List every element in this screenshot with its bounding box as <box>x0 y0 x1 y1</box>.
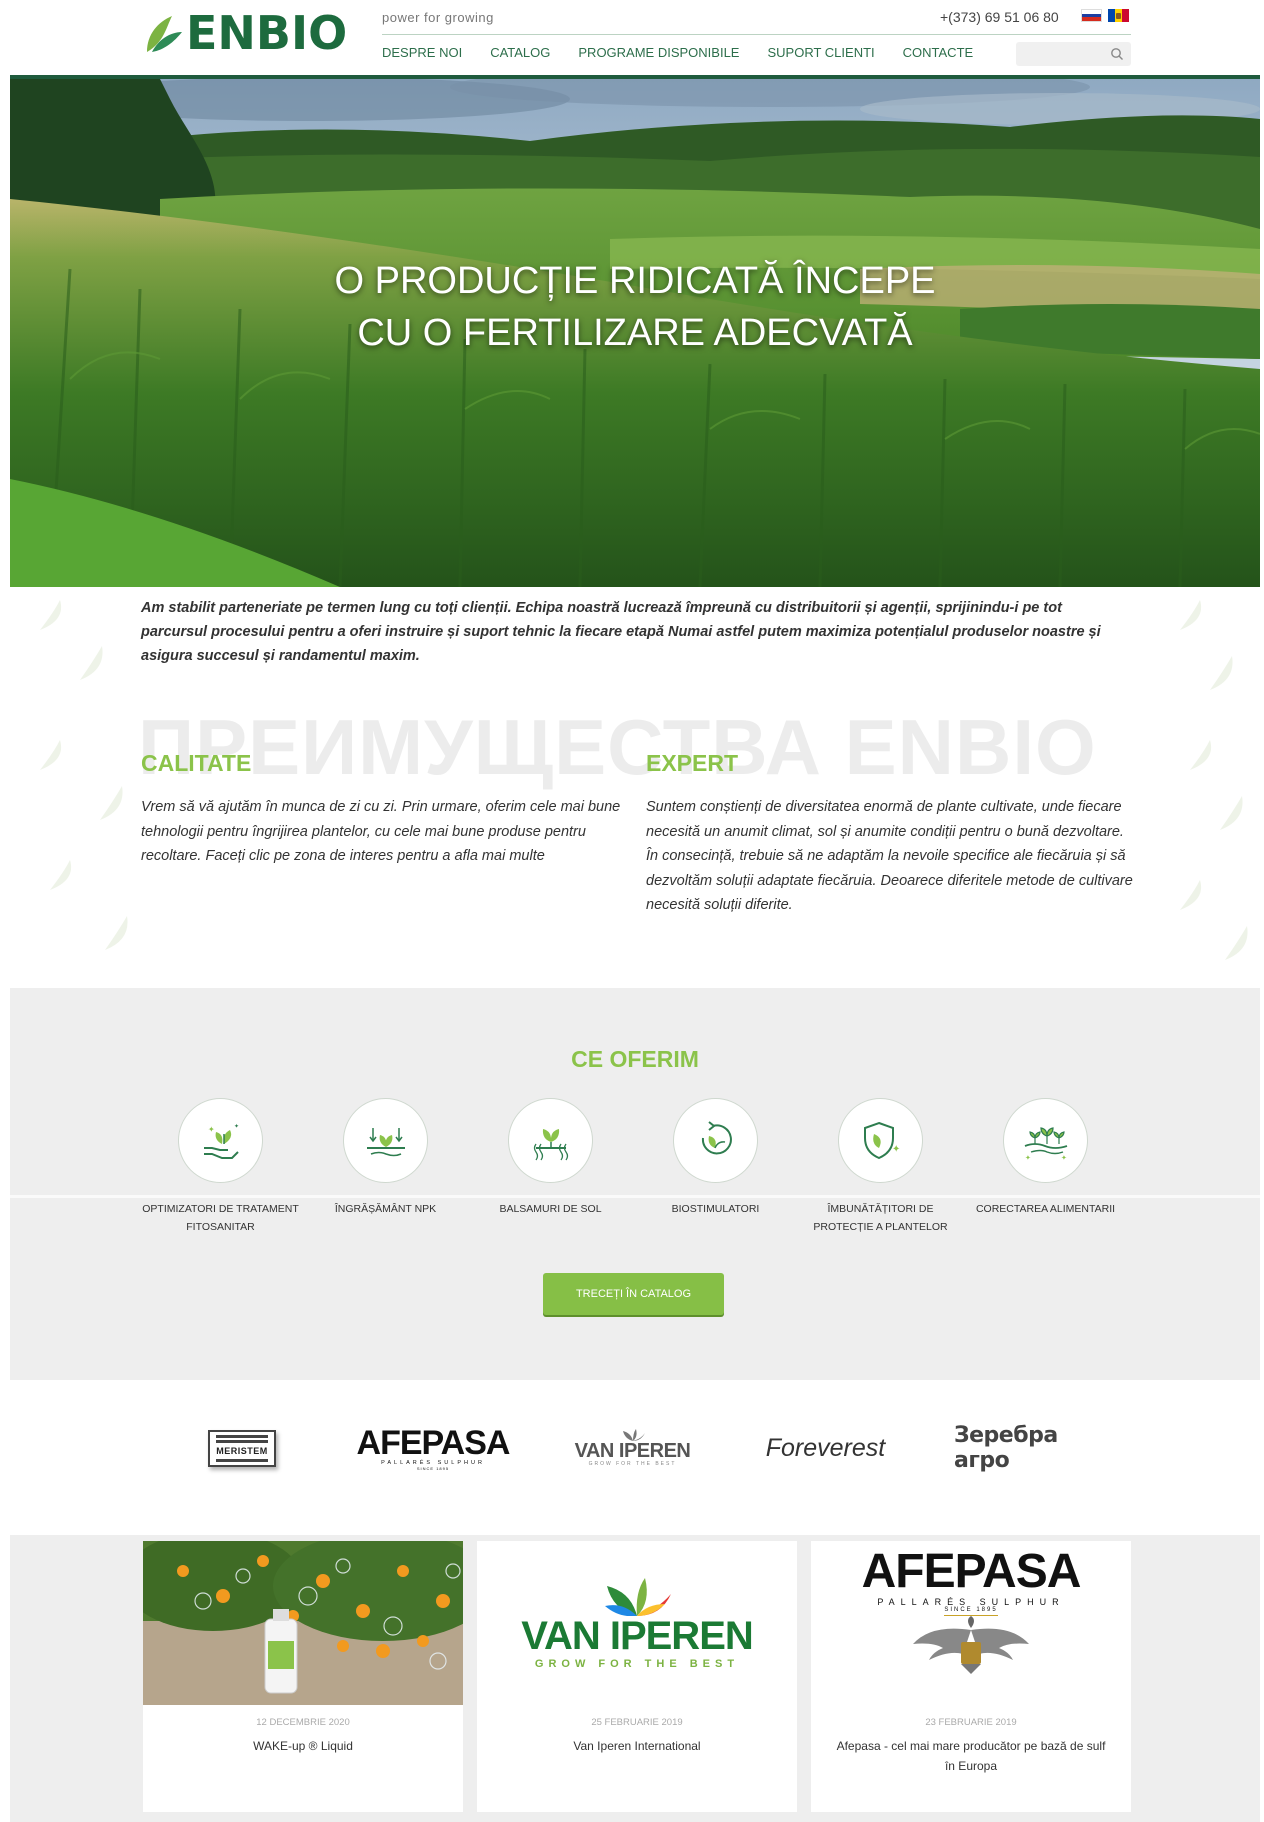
offer-label[interactable]: BIOSTIMULATORI <box>633 1200 798 1218</box>
news-section: 12 DECEMBRIE 2020 WAKE-up ® Liquid VAN I… <box>10 1535 1260 1822</box>
nav-despre-noi[interactable]: DESPRE NOI <box>382 45 462 60</box>
news-card[interactable]: AFEPASA PALLARÉS SULPHUR SINCE 1895 23 F… <box>811 1541 1131 1812</box>
advantage-text: Vrem să vă ajutăm în munca de zi cu zi. … <box>141 799 621 864</box>
news-image[interactable] <box>143 1541 463 1705</box>
partner-name: Зеребра агро <box>954 1423 1058 1473</box>
partner-name: MERISTEM <box>216 1445 268 1456</box>
partner-name: AFEPASA <box>356 1423 511 1462</box>
hero-title-line1: O PRODUCȚIE RIDICATĂ ÎNCEPE <box>334 260 936 302</box>
phone-number[interactable]: +(373) 69 51 06 80 <box>940 9 1059 25</box>
advantage-text: Suntem conștienți de diversitatea enormă… <box>646 799 1133 913</box>
nav-suport-clienti[interactable]: SUPORT CLIENTI <box>767 45 874 60</box>
eagle-crest-icon <box>913 1616 1029 1674</box>
offer-icon-circle[interactable]: ✦ <box>838 1098 923 1183</box>
hero-title: O PRODUCȚIE RIDICATĂ ÎNCEPE CU O FERTILI… <box>10 255 1260 359</box>
svg-text:✦: ✦ <box>1061 1154 1067 1162</box>
main-nav: DESPRE NOI CATALOG PROGRAME DISPONIBILE … <box>382 45 1001 60</box>
sprouts-icon: ✦ ✦ <box>1024 1126 1067 1162</box>
nav-catalog[interactable]: CATALOG <box>490 45 550 60</box>
ru-flag-icon[interactable] <box>1081 9 1102 22</box>
advantage-expert: EXPERT Suntem conștienți de diversitatea… <box>646 750 1136 918</box>
news-logo-subtitle: GROW FOR THE BEST <box>534 1658 740 1670</box>
news-title[interactable]: Van Iperen International <box>477 1736 797 1756</box>
news-date: 23 FEBRUARIE 2019 <box>925 1717 1017 1728</box>
orange-tree-product-image <box>143 1541 463 1705</box>
svg-text:✦: ✦ <box>892 1144 900 1155</box>
advantages-section: Am stabilit parteneriate pe termen lung … <box>10 590 1260 988</box>
svg-text:✦: ✦ <box>1025 1154 1031 1162</box>
offer-label[interactable]: CORECTAREA ALIMENTARII <box>963 1200 1128 1218</box>
offer-icon-circle[interactable] <box>343 1098 428 1183</box>
news-image[interactable]: VAN IPEREN GROW FOR THE BEST <box>477 1541 797 1705</box>
nav-divider <box>382 34 1131 35</box>
offer-item-optimizatori[interactable]: ✦ ✦ OPTIMIZATORI DE TRATAMENT FITOSANITA… <box>138 1098 303 1236</box>
partner-logo-vaniperen[interactable]: VAN IPEREN GROW FOR THE BEST <box>565 1422 700 1474</box>
biostimulator-icon <box>701 1120 732 1154</box>
offer-icon-circle[interactable] <box>508 1098 593 1183</box>
partner-name: VAN IPEREN <box>574 1440 691 1462</box>
news-title[interactable]: Afepasa - cel mai mare producător pe baz… <box>811 1736 1131 1776</box>
partner-logo-zerebra[interactable]: Зеребра агро <box>954 1422 1094 1474</box>
offer-icon-circle[interactable]: ✦ ✦ <box>1003 1098 1088 1183</box>
partner-logo-foreverest[interactable]: Foreverest <box>758 1422 893 1474</box>
catalog-button[interactable]: TRECEȚI ÎN CATALOG <box>543 1273 724 1315</box>
nav-programe-disponibile[interactable]: PROGRAME DISPONIBILE <box>578 45 739 60</box>
offer-label[interactable]: ÎNGRĂȘĂMÂNT NPK <box>303 1200 468 1218</box>
vaniperen-leaves-icon <box>605 1578 671 1616</box>
offer-item-balsamuri[interactable]: BALSAMURI DE SOL <box>468 1098 633 1218</box>
logo[interactable]: ENBIO <box>144 6 354 60</box>
shield-leaf-icon: ✦ <box>863 1121 900 1159</box>
news-date: 12 DECEMBRIE 2020 <box>256 1717 350 1728</box>
news-date: 25 FEBRUARIE 2019 <box>591 1717 683 1728</box>
logo-text: ENBIO <box>186 6 348 60</box>
offer-label[interactable]: BALSAMURI DE SOL <box>468 1200 633 1218</box>
advantage-title: CALITATE <box>141 750 252 776</box>
offer-label[interactable]: ÎMBUNĂTĂȚITORI DE PROTECȚIE A PLANTELOR <box>798 1200 963 1236</box>
nav-contacte[interactable]: CONTACTE <box>903 45 974 60</box>
site-header: ENBIO power for growing +(373) 69 51 06 … <box>0 0 1264 79</box>
news-logo-subtitle: PALLARÉS SULPHUR <box>877 1597 1065 1607</box>
partners-strip: MERISTEM AFEPASA PALLARÉS SULPHUR SINCE … <box>10 1380 1260 1535</box>
hero-title-line2: CU O FERTILIZARE ADECVATĂ <box>357 312 913 354</box>
advantage-title: EXPERT <box>646 750 739 776</box>
partner-name: Foreverest <box>765 1433 886 1462</box>
soil-balm-icon <box>533 1128 568 1160</box>
news-logo-since: SINCE 1895 <box>944 1607 998 1616</box>
offer-item-protectie[interactable]: ✦ ÎMBUNĂTĂȚITORI DE PROTECȚIE A PLANTELO… <box>798 1098 963 1236</box>
partner-since: SINCE 1895 <box>416 1465 450 1471</box>
offer-item-npk[interactable]: ÎNGRĂȘĂMÂNT NPK <box>303 1098 468 1218</box>
offer-icon-circle[interactable] <box>673 1098 758 1183</box>
tagline: power for growing <box>382 10 494 25</box>
md-flag-icon[interactable] <box>1108 9 1129 22</box>
offer-icon-circle[interactable]: ✦ ✦ <box>178 1098 263 1183</box>
partner-logo-meristem[interactable]: MERISTEM <box>202 1422 282 1474</box>
soil-nutrients-icon <box>366 1127 405 1156</box>
hero-banner: O PRODUCȚIE RIDICATĂ ÎNCEPE CU O FERTILI… <box>10 79 1260 587</box>
news-title[interactable]: WAKE-up ® Liquid <box>143 1736 463 1756</box>
offer-title: CE OFERIM <box>571 1046 699 1072</box>
svg-text:✦: ✦ <box>234 1123 239 1130</box>
offer-section: CE OFERIM ✦ ✦ OPTIMIZATORI DE TRATAMENT … <box>10 988 1260 1380</box>
svg-text:✦: ✦ <box>208 1125 215 1134</box>
news-logo-text: VAN IPEREN <box>521 1614 754 1658</box>
language-switcher <box>1081 9 1129 22</box>
news-card[interactable]: 12 DECEMBRIE 2020 WAKE-up ® Liquid <box>143 1541 463 1812</box>
search-input[interactable] <box>1016 42 1131 66</box>
offer-item-corectarea[interactable]: ✦ ✦ CORECTAREA ALIMENTARII <box>963 1098 1128 1218</box>
partner-logo-afepasa[interactable]: AFEPASA PALLARÉS SULPHUR SINCE 1895 <box>357 1422 511 1474</box>
offer-item-biostimulatori[interactable]: BIOSTIMULATORI <box>633 1098 798 1218</box>
leaf-logo-icon <box>147 16 182 52</box>
advantage-calitate: CALITATE Vrem să vă ajutăm în munca de z… <box>141 750 621 869</box>
news-image[interactable]: AFEPASA PALLARÉS SULPHUR SINCE 1895 <box>811 1541 1131 1705</box>
news-logo-text: AFEPASA <box>861 1545 1082 1598</box>
search-icon[interactable] <box>1110 47 1124 61</box>
news-card[interactable]: VAN IPEREN GROW FOR THE BEST 25 FEBRUARI… <box>477 1541 797 1812</box>
offer-label[interactable]: OPTIMIZATORI DE TRATAMENT FITOSANITAR <box>138 1200 303 1236</box>
hand-plant-icon: ✦ ✦ <box>203 1123 239 1159</box>
partner-subtitle: GROW FOR THE BEST <box>588 1461 677 1467</box>
intro-paragraph: Am stabilit parteneriate pe termen lung … <box>141 600 1101 664</box>
